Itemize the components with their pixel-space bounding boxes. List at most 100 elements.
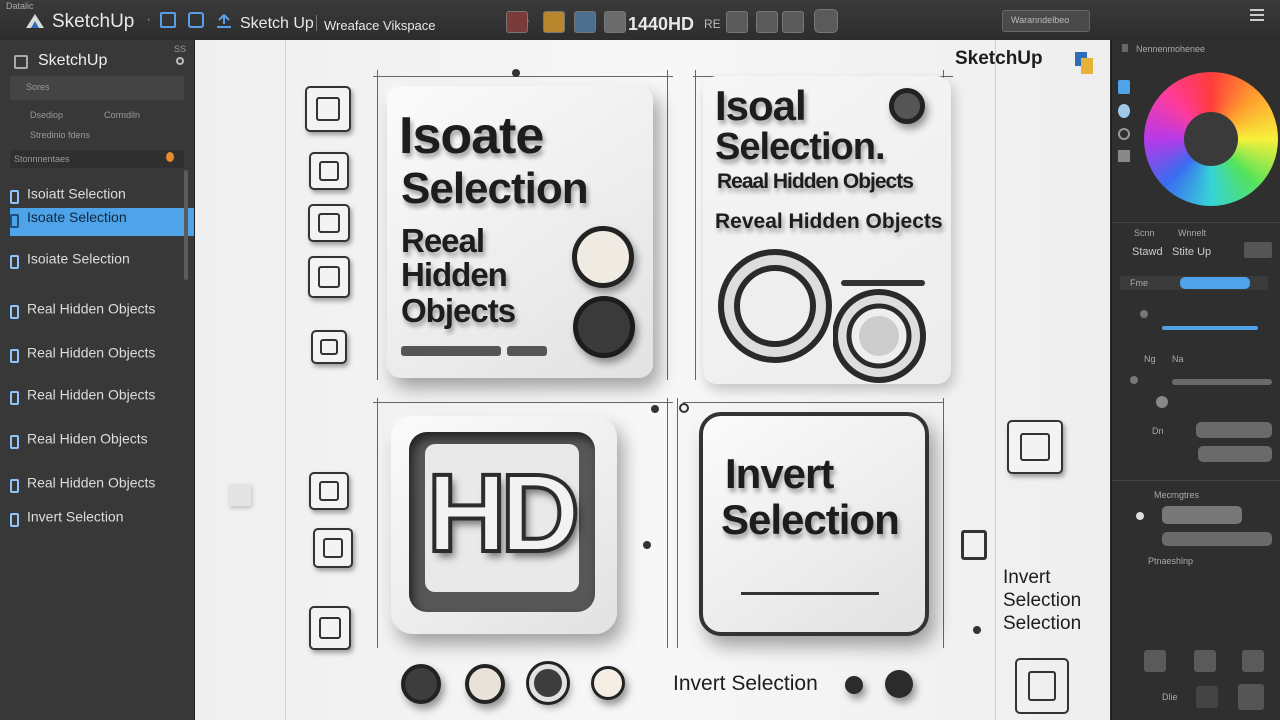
square-tool-icon[interactable] — [305, 86, 351, 132]
camera-icon[interactable] — [574, 11, 596, 33]
slider[interactable] — [1162, 326, 1258, 330]
label: Ptnaeshlnp — [1148, 556, 1194, 566]
scrollbar[interactable] — [184, 170, 188, 280]
panel-header-code: SS — [174, 44, 187, 54]
component-icon — [10, 479, 19, 493]
box-icon[interactable] — [604, 11, 626, 33]
modeling-canvas[interactable]: SketchUp Isoate Selection Reeal Hidden O… — [195, 40, 1110, 720]
slider[interactable] — [1172, 379, 1272, 385]
card-subtitle: Reeal — [401, 222, 485, 259]
divider — [316, 15, 317, 31]
shape-icon[interactable] — [1144, 650, 1166, 672]
list-item-label[interactable]: Stredinio fdens — [30, 130, 204, 140]
list-item-hidden[interactable]: Real Hidden Objects — [10, 386, 184, 412]
item-label: Real Hidden Objects — [27, 474, 156, 491]
color-wheel[interactable] — [1144, 72, 1278, 206]
square-tool-icon[interactable] — [308, 204, 350, 242]
invert-selection-card[interactable]: Invert Selection — [699, 412, 929, 636]
card-subtitle: Reaal Hidden Objects — [717, 170, 914, 193]
target-icon[interactable] — [1196, 686, 1218, 708]
square-tool-icon[interactable] — [311, 330, 347, 364]
material-icon[interactable] — [543, 11, 565, 33]
panel-settings-icon[interactable] — [176, 57, 184, 65]
divider — [1112, 480, 1280, 481]
slider[interactable] — [1198, 446, 1272, 462]
progress-bar — [401, 346, 501, 356]
opacity-slider[interactable] — [1180, 277, 1250, 289]
list-item-label: Sores — [26, 82, 50, 92]
square-tool-icon[interactable] — [309, 472, 349, 510]
select-tool-icon[interactable] — [160, 12, 176, 28]
book-icon[interactable] — [782, 11, 804, 33]
component-icon — [10, 349, 19, 363]
drop-icon[interactable] — [1118, 104, 1130, 118]
item-label: Real Hidden Objects — [27, 300, 156, 317]
square-icon[interactable] — [1118, 150, 1130, 162]
list-item-invert[interactable]: Invert Selection — [10, 508, 184, 534]
sketchup-logo-icon[interactable] — [26, 14, 44, 28]
list-item-isolate-active[interactable]: Isoate Selection — [10, 208, 194, 236]
toggle-knob-light[interactable] — [572, 226, 634, 288]
square-tool-icon[interactable] — [1007, 420, 1063, 474]
file-label[interactable]: Sketch Up — [240, 15, 314, 33]
square-tool-icon[interactable] — [309, 152, 349, 190]
dot — [651, 405, 659, 413]
item-label: Isoate Selection — [27, 209, 127, 226]
workspace-label[interactable]: Wreaface Vikspace — [324, 18, 436, 33]
slider-row[interactable]: Fme — [1120, 276, 1268, 290]
knob-dark[interactable] — [401, 664, 441, 704]
square-tool-icon[interactable] — [308, 256, 350, 298]
list-item-hidden[interactable]: Real Hidden Objects — [10, 344, 184, 370]
label: Dlie — [1162, 692, 1178, 702]
record-button[interactable] — [889, 88, 925, 124]
component-icon[interactable] — [188, 12, 204, 28]
grid-icon[interactable] — [1194, 650, 1216, 672]
knob-light[interactable] — [465, 664, 505, 704]
color-tool-icon[interactable] — [1118, 80, 1130, 94]
card-title: Selection. — [715, 126, 885, 168]
list-item-hidden[interactable]: Real Hidden Objects — [10, 300, 184, 326]
list-item-hidden[interactable]: Real Hiden Objects — [10, 430, 184, 456]
list-item[interactable]: Sores — [10, 76, 184, 100]
title-bar: Datalic SketchUp · Sketch Up Wreaface Vi… — [0, 0, 1280, 41]
toggle-knob-dark[interactable] — [573, 296, 635, 358]
search-field[interactable]: Waranndelbeo — [1002, 10, 1090, 32]
square-tool-icon[interactable] — [1015, 658, 1069, 714]
component-icon — [10, 435, 19, 449]
guide-line — [695, 70, 696, 380]
component-icon — [10, 190, 19, 204]
square-tool-icon[interactable] — [309, 606, 351, 650]
hd-card[interactable]: HD — [391, 416, 617, 634]
card-title: Invert — [725, 450, 834, 497]
panel-icon — [1122, 44, 1128, 52]
isolate-selection-card[interactable]: Isoate Selection Reeal Hidden Objects — [387, 86, 653, 378]
guide-line — [373, 402, 673, 403]
swatch[interactable] — [1244, 242, 1272, 258]
extension-icon[interactable] — [814, 9, 838, 33]
upload-icon[interactable] — [216, 13, 232, 28]
small-square-icon[interactable] — [961, 530, 987, 560]
mask-icon[interactable] — [1242, 650, 1264, 672]
slider[interactable] — [1162, 506, 1242, 524]
menu-icon[interactable] — [1250, 8, 1264, 22]
properties-panel: Nennenmohenee Scnn Wnnelt Stawd Stite Up… — [1111, 40, 1280, 720]
color-wheel-center — [1184, 112, 1238, 166]
square-tool-icon[interactable] — [313, 528, 353, 568]
slider[interactable] — [1196, 422, 1272, 438]
list-item-hidden[interactable]: Real Hidden Objects — [10, 474, 184, 500]
circle-icon[interactable] — [1118, 128, 1130, 140]
paint-icon[interactable] — [506, 11, 528, 33]
square-icon[interactable] — [1238, 684, 1264, 710]
dot-button[interactable] — [845, 676, 863, 694]
knob-ring[interactable] — [529, 664, 567, 702]
grid-icon[interactable] — [756, 11, 778, 33]
list-item-isolate[interactable]: Isoiate Selection — [10, 250, 184, 276]
dot-button[interactable] — [885, 670, 913, 698]
window-icon[interactable] — [726, 11, 748, 33]
reveal-hidden-card[interactable]: Isoal Selection. Reaal Hidden Objects Re… — [703, 76, 951, 384]
component-icon — [10, 513, 19, 527]
guide-line — [677, 398, 678, 648]
card-title: Selection — [721, 496, 900, 543]
slider[interactable] — [1162, 532, 1272, 546]
knob-light-small[interactable] — [591, 666, 625, 700]
